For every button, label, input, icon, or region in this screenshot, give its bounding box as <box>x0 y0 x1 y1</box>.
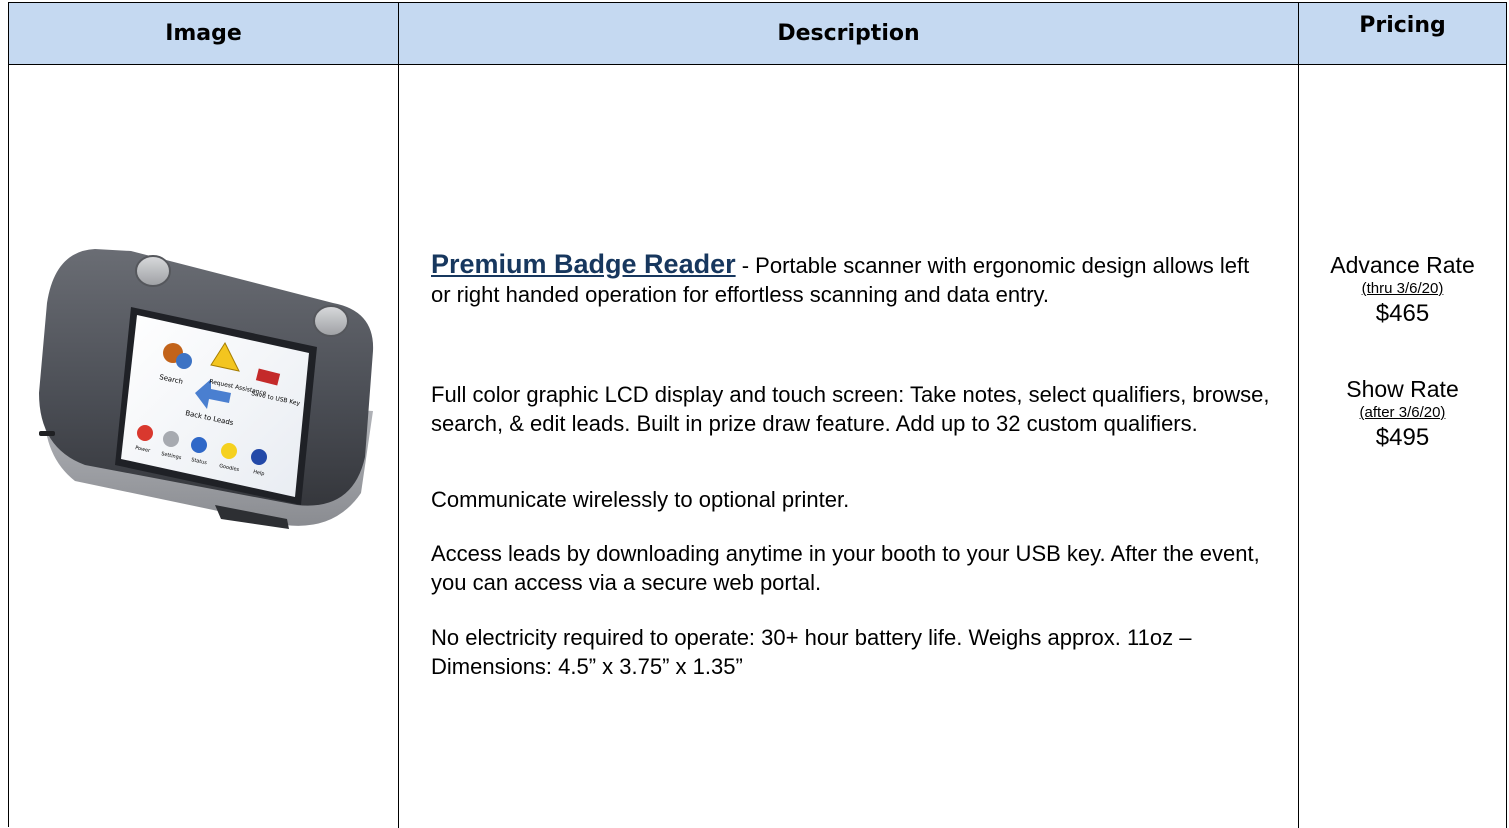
description-paragraph: No electricity required to operate: 30+ … <box>431 625 1192 679</box>
description-cell: Premium Badge Reader - Portable scanner … <box>399 65 1299 828</box>
description-paragraph: Full color graphic LCD display and touch… <box>431 382 1270 436</box>
header-pricing: Pricing <box>1299 3 1507 65</box>
header-pricing-label: Pricing <box>1359 13 1446 38</box>
header-description: Description <box>399 3 1299 65</box>
show-rate-note: (after 3/6/20) <box>1359 404 1446 421</box>
pricing-cell: Advance Rate (thru 3/6/20) $465 Show Rat… <box>1299 65 1507 828</box>
header-image: Image <box>9 3 399 65</box>
advance-rate-note: (thru 3/6/20) <box>1361 280 1444 297</box>
header-description-label: Description <box>777 21 920 46</box>
badge-reader-image: Search Request Assistance Save to USB Ke… <box>39 249 374 529</box>
image-cell: Search Request Assistance Save to USB Ke… <box>9 65 399 828</box>
description-paragraph: Access leads by downloading anytime in y… <box>431 541 1260 595</box>
description-paragraph: Communicate wirelessly to optional print… <box>431 487 850 512</box>
show-rate: Show Rate (after 3/6/20) $495 <box>1299 375 1506 453</box>
product-table: Image Description Pricing Search Request… <box>8 2 1507 828</box>
advance-rate-label: Advance Rate <box>1330 252 1475 278</box>
advance-rate-price: $465 <box>1375 300 1430 327</box>
product-intro: Premium Badge Reader - Portable scanner … <box>431 250 1271 309</box>
header-image-label: Image <box>165 21 242 46</box>
show-rate-label: Show Rate <box>1346 376 1459 402</box>
advance-rate: Advance Rate (thru 3/6/20) $465 <box>1299 251 1506 329</box>
show-rate-price: $495 <box>1375 424 1430 451</box>
product-name: Premium Badge Reader <box>431 249 736 279</box>
